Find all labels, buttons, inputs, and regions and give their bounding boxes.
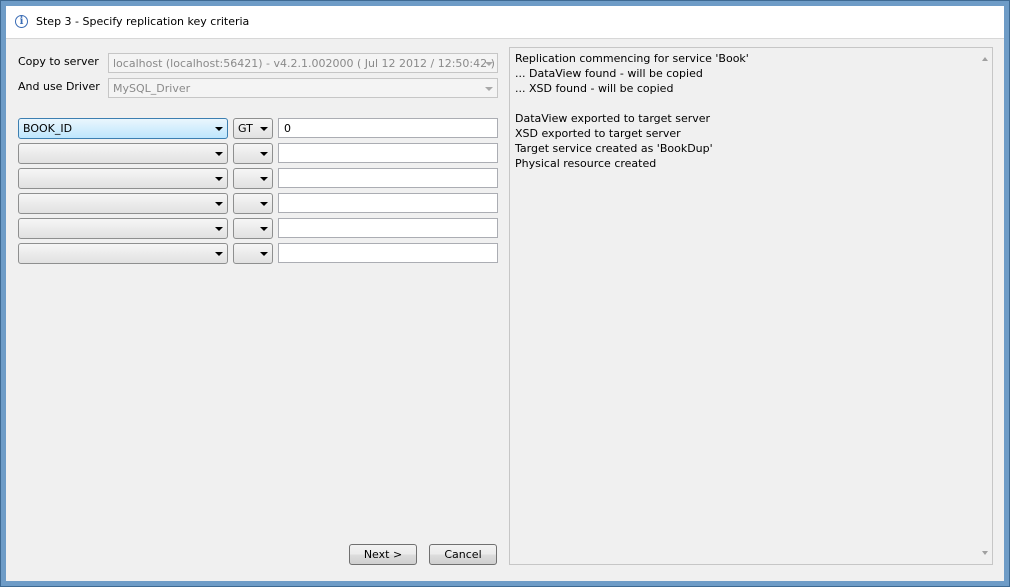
key-field-select[interactable] <box>18 143 228 164</box>
criteria-value-input[interactable] <box>278 218 498 238</box>
operator-select[interactable]: GT <box>233 118 273 139</box>
chevron-down-icon <box>215 177 223 181</box>
key-field-select[interactable] <box>18 168 228 189</box>
criteria-value-input[interactable] <box>278 243 498 263</box>
key-field-select[interactable] <box>18 243 228 264</box>
log-line: DataView exported to target server <box>515 112 711 125</box>
chevron-down-icon <box>215 127 223 131</box>
operator-select[interactable] <box>233 143 273 164</box>
chevron-down-icon <box>215 152 223 156</box>
dialog-window: i Step 3 - Specify replication key crite… <box>0 0 1010 587</box>
criteria-value-input[interactable]: 0 <box>278 118 498 138</box>
replication-log[interactable]: Replication commencing for service 'Book… <box>509 47 993 565</box>
operator-value: GT <box>238 122 253 135</box>
key-field-select[interactable]: BOOK_ID <box>18 118 228 139</box>
scroll-down-icon[interactable] <box>982 551 988 555</box>
server-label: Copy to server <box>18 55 99 68</box>
log-line: ... DataView found - will be copied <box>515 67 703 80</box>
criteria-value-input[interactable] <box>278 168 498 188</box>
log-line: Physical resource created <box>515 157 657 170</box>
info-icon: i <box>15 15 28 28</box>
driver-label: And use Driver <box>18 80 100 93</box>
chevron-down-icon <box>260 202 268 206</box>
chevron-down-icon <box>215 252 223 256</box>
criteria-value-input[interactable] <box>278 143 498 163</box>
chevron-down-icon <box>260 227 268 231</box>
key-field-select[interactable] <box>18 193 228 214</box>
log-line: XSD exported to target server <box>515 127 681 140</box>
page-title: Step 3 - Specify replication key criteri… <box>36 15 250 28</box>
operator-select[interactable] <box>233 168 273 189</box>
chevron-down-icon <box>485 87 493 91</box>
key-field-select[interactable] <box>18 218 228 239</box>
cancel-button[interactable]: Cancel <box>429 544 497 565</box>
next-button[interactable]: Next > <box>349 544 417 565</box>
chevron-down-icon <box>215 202 223 206</box>
operator-select[interactable] <box>233 193 273 214</box>
chevron-down-icon <box>260 127 268 131</box>
log-line: Target service created as 'BookDup' <box>515 142 713 155</box>
chevron-down-icon <box>260 177 268 181</box>
chevron-down-icon <box>485 62 493 66</box>
chevron-down-icon <box>260 152 268 156</box>
server-select[interactable]: localhost (localhost:56421) - v4.2.1.002… <box>108 53 498 73</box>
driver-select-value: MySQL_Driver <box>113 82 191 95</box>
scroll-up-icon[interactable] <box>982 57 988 61</box>
key-field-value: BOOK_ID <box>23 122 73 135</box>
chevron-down-icon <box>215 227 223 231</box>
log-line: Replication commencing for service 'Book… <box>515 52 749 65</box>
server-select-value: localhost (localhost:56421) - v4.2.1.002… <box>113 57 495 70</box>
log-line: ... XSD found - will be copied <box>515 82 674 95</box>
chevron-down-icon <box>260 252 268 256</box>
wizard-header: i Step 3 - Specify replication key crite… <box>6 6 1004 39</box>
criteria-value-input[interactable] <box>278 193 498 213</box>
driver-select[interactable]: MySQL_Driver <box>108 78 498 98</box>
operator-select[interactable] <box>233 218 273 239</box>
operator-select[interactable] <box>233 243 273 264</box>
